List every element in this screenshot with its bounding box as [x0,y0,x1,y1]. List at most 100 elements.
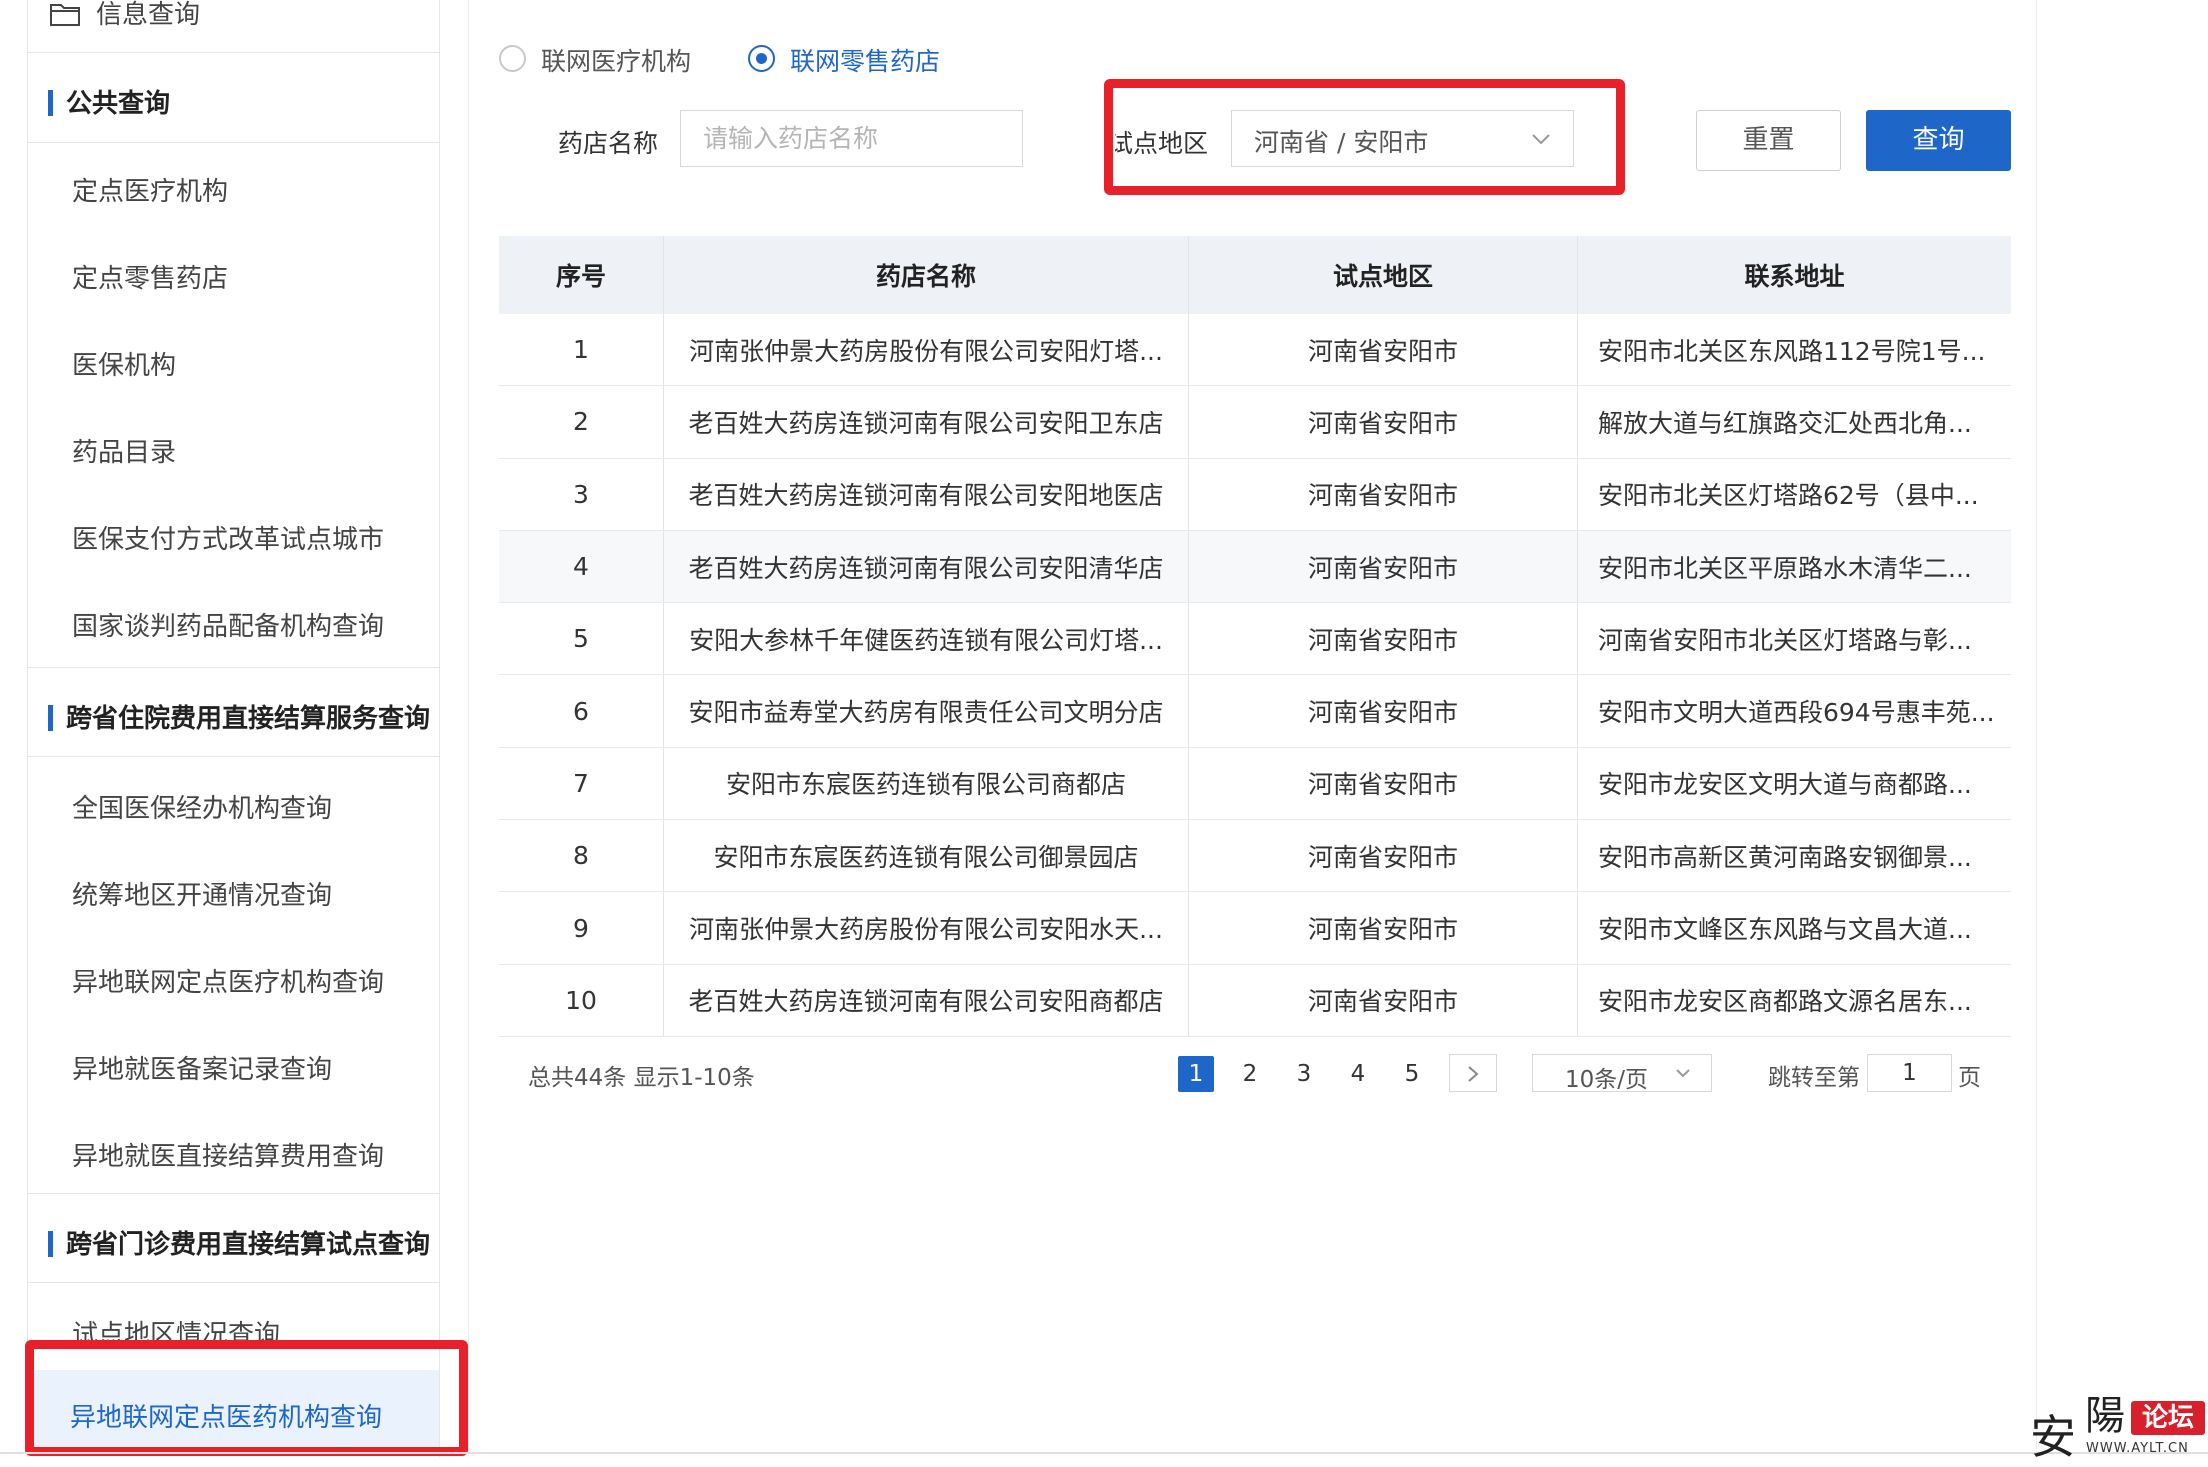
cell-region: 河南省安阳市 [1188,458,1577,530]
table-row[interactable]: 10 老百姓大药房连锁河南有限公司安阳商都店 河南省安阳市 安阳市龙安区商都路文源名居… [499,964,2011,1037]
sidebar-section-title: 跨省门诊费用直接结算试点查询 [66,1230,431,1260]
radio-networked-pharmacy[interactable]: 联网零售药店 [748,42,948,76]
page-2[interactable]: 2 [1232,1056,1268,1092]
page-3[interactable]: 3 [1286,1056,1322,1092]
cell-index: 6 [573,696,589,726]
radio-label: 联网医疗机构 [541,47,692,76]
cell-index: 2 [573,407,589,437]
pharmacy-name-field[interactable] [681,111,1022,166]
page-size-select[interactable]: 10条/页 [1532,1054,1712,1093]
section-marker [48,1231,53,1257]
cell-region: 河南省安阳市 [1188,747,1577,820]
cell-index: 4 [573,552,589,582]
section-marker [48,90,53,116]
sidebar-item-label: 全国医保经办机构查询 [72,794,333,824]
chevron-down-icon [1676,1069,1690,1078]
cell-address: 安阳市高新区黄河南路安钢御景... [1577,820,2011,892]
sidebar-item-designated-medical[interactable]: 定点医疗机构 [28,144,439,231]
sidebar-item-payment-reform[interactable]: 医保支付方式改革试点城市 [28,492,439,579]
sidebar-item-label: 医保支付方式改革试点城市 [72,525,385,555]
sidebar: 信息查询 公共查询 定点医疗机构 定点零售药店 医保机构 药品目录 医保支付方式… [27,0,440,1457]
sidebar-item-settlement-costs[interactable]: 异地就医直接结算费用查询 [28,1109,439,1196]
sidebar-section-public: 公共查询 [28,53,439,143]
sidebar-item-filing-records[interactable]: 异地就医备案记录查询 [28,1022,439,1109]
radio-circle[interactable] [748,45,775,72]
page-size-value: 10条/页 [1565,1067,1649,1093]
table-row[interactable]: 8 安阳市东宸医药连锁有限公司御景园店 河南省安阳市 安阳市高新区黄河南路安钢御景..… [499,820,2011,893]
content-right-divider [2036,0,2037,1457]
jump-suffix: 页 [1958,1065,1981,1091]
cell-region: 河南省安阳市 [1188,603,1577,675]
page-5[interactable]: 5 [1394,1056,1430,1092]
search-button[interactable]: 查询 [1866,110,2011,171]
cell-index: 8 [573,841,589,871]
watermark-char-an: 安 [2030,1410,2076,1464]
region-highlight-box [1104,79,1625,195]
table-row[interactable]: 9 河南张仲景大药房股份有限公司安阳水天... 河南省安阳市 安阳市文峰区东风路与文昌… [499,892,2011,965]
sidebar-item-label: 统筹地区开通情况查询 [72,881,333,911]
jump-page-field[interactable] [1868,1055,1951,1091]
cell-address: 安阳市北关区平原路水木清华二... [1577,530,2011,603]
section-marker [48,705,53,731]
forum-watermark-logo: 安 陽 论坛 WWW.AYLT.CN [2030,1383,2208,1464]
cell-pharmacy-name: 老百姓大药房连锁河南有限公司安阳商都店 [663,964,1188,1036]
cell-pharmacy-name: 老百姓大药房连锁河南有限公司安阳清华店 [663,530,1188,603]
cell-pharmacy-name: 安阳市益寿堂大药房有限责任公司文明分店 [663,675,1188,747]
jump-page-input[interactable] [1867,1054,1952,1092]
next-page-button[interactable] [1449,1054,1497,1092]
table-row[interactable]: 2 老百姓大药房连锁河南有限公司安阳卫东店 河南省安阳市 解放大道与红旗路交汇处西北角… [499,386,2011,459]
jump-prefix: 跳转至第 [1768,1065,1860,1091]
cell-index: 10 [565,985,597,1015]
cell-address: 解放大道与红旗路交汇处西北角... [1577,386,2011,458]
sidebar-item-negotiated-drugs[interactable]: 国家谈判药品配备机构查询 [28,579,439,666]
sidebar-item-insurance-agency[interactable]: 医保机构 [28,318,439,405]
header-pharmacy-name: 药店名称 [663,236,1188,314]
table-row[interactable]: 5 安阳大参林千年健医药连锁有限公司灯塔... 河南省安阳市 河南省安阳市北关区灯塔路… [499,603,2011,676]
header-address: 联系地址 [1577,236,2011,314]
sidebar-item-drug-catalog[interactable]: 药品目录 [28,405,439,492]
bottom-divider [0,1452,2208,1454]
sidebar-item-label: 定点零售药店 [72,264,229,294]
cell-address: 安阳市龙安区文明大道与商都路... [1577,747,2011,820]
cell-index: 1 [573,335,589,365]
table-row[interactable]: 3 老百姓大药房连锁河南有限公司安阳地医店 河南省安阳市 安阳市北关区灯塔路62号（县… [499,458,2011,531]
results-table: 序号 药店名称 试点地区 联系地址 1 河南张仲景大药房股份有限公司安阳灯塔...… [499,236,2011,1037]
cell-region: 河南省安阳市 [1188,314,1577,386]
table-row[interactable]: 1 河南张仲景大药房股份有限公司安阳灯塔... 河南省安阳市 安阳市北关区东风路112… [499,314,2011,387]
table-row[interactable]: 7 安阳市东宸医药连锁有限公司商都店 河南省安阳市 安阳市龙安区文明大道与商都路... [499,747,2011,821]
sidebar-section-inpatient: 跨省住院费用直接结算服务查询 [28,667,439,757]
sidebar-top-label: 信息查询 [96,0,201,30]
sidebar-item-region-status[interactable]: 统筹地区开通情况查询 [28,848,439,935]
sidebar-highlight-box [25,1340,468,1456]
cell-address: 安阳市文峰区东风路与文昌大道... [1577,892,2011,964]
cell-pharmacy-name: 老百姓大药房连锁河南有限公司安阳地医店 [663,458,1188,530]
sidebar-item-networked-medical[interactable]: 异地联网定点医疗机构查询 [28,935,439,1022]
chevron-right-icon [1468,1066,1479,1082]
sidebar-section-outpatient: 跨省门诊费用直接结算试点查询 [28,1193,439,1283]
page-1[interactable]: 1 [1178,1056,1214,1092]
cell-pharmacy-name: 河南张仲景大药房股份有限公司安阳水天... [663,892,1188,964]
sidebar-item-national-agency[interactable]: 全国医保经办机构查询 [28,761,439,848]
cell-pharmacy-name: 安阳大参林千年健医药连锁有限公司灯塔... [663,603,1188,675]
cell-address: 安阳市北关区灯塔路62号（县中... [1577,458,2011,530]
watermark-char-yang: 陽 [2085,1393,2125,1439]
radio-circle[interactable] [499,45,526,72]
sidebar-item-designated-pharmacy[interactable]: 定点零售药店 [28,231,439,318]
cell-address: 安阳市文明大道西段694号惠丰苑... [1577,675,2011,747]
sidebar-item-label: 异地就医直接结算费用查询 [72,1142,385,1172]
page-4[interactable]: 4 [1340,1056,1376,1092]
cell-index: 5 [573,624,589,654]
total-count-text: 总共44条 显示1-10条 [528,1065,755,1091]
reset-button[interactable]: 重置 [1696,110,1841,171]
cell-index: 3 [573,479,589,509]
cell-pharmacy-name: 河南张仲景大药房股份有限公司安阳灯塔... [663,314,1188,386]
radio-networked-medical[interactable]: 联网医疗机构 [499,42,699,76]
sidebar-section-title: 跨省住院费用直接结算服务查询 [66,704,431,734]
sidebar-item-label: 定点医疗机构 [72,177,229,207]
sidebar-info-header[interactable]: 信息查询 [28,0,439,53]
table-row[interactable]: 6 安阳市益寿堂大药房有限责任公司文明分店 河南省安阳市 安阳市文明大道西段694号惠… [499,675,2011,748]
pharmacy-name-input[interactable] [680,110,1023,167]
table-row[interactable]: 4 老百姓大药房连锁河南有限公司安阳清华店 河南省安阳市 安阳市北关区平原路水木清华二… [499,530,2011,604]
cell-pharmacy-name: 老百姓大药房连锁河南有限公司安阳卫东店 [663,386,1188,458]
cell-address: 安阳市北关区东风路112号院1号... [1577,314,2011,386]
